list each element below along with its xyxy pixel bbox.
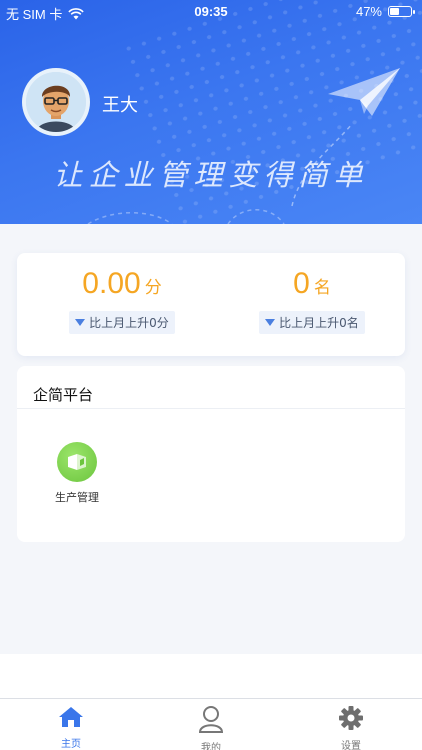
- avatar-illustration: [26, 72, 86, 132]
- points-value: 0.00: [82, 267, 141, 300]
- app-label: 生产管理: [55, 491, 99, 504]
- user-name: 王大: [102, 95, 138, 116]
- points-change-badge: 比上月上升0分: [69, 311, 175, 334]
- points-section: 0.00 分 比上月上升0分: [47, 267, 197, 334]
- user-icon: [198, 706, 224, 733]
- rank-change-badge: 比上月上升0名: [259, 311, 365, 334]
- battery-level: [390, 8, 399, 15]
- down-triangle-icon: [75, 319, 86, 326]
- rank-change-text: 比上月上升0名: [279, 316, 359, 330]
- slogan-text: 让企业管理变得简单: [53, 158, 369, 192]
- tab-mine-label: 我的: [201, 743, 221, 750]
- rank-value: 0: [293, 267, 310, 300]
- tab-bar: 主页 我的 设置: [0, 698, 422, 750]
- down-triangle-icon: [265, 319, 276, 326]
- score-card: 0.00 分 比上月上升0分 0名 比上月上升0名: [17, 253, 405, 356]
- points-change-text: 比上月上升0分: [89, 316, 169, 330]
- battery-percent: 47%: [355, 4, 382, 19]
- tab-home[interactable]: 主页: [36, 705, 106, 750]
- avatar[interactable]: [22, 68, 90, 136]
- rank-section: 0名 比上月上升0名: [237, 267, 387, 334]
- production-icon: [57, 442, 97, 482]
- battery-icon: [388, 6, 415, 17]
- tab-settings-label: 设置: [341, 741, 361, 750]
- header-banner: 无 SIM 卡 09:35 47% 王大 让企业管理变得简单: [0, 0, 422, 224]
- gear-icon: [339, 706, 363, 730]
- platform-card: 企简平台 生产管理: [17, 366, 405, 542]
- content-footer: [0, 654, 422, 698]
- divider: [17, 408, 405, 409]
- platform-title: 企简平台: [33, 386, 94, 404]
- app-production-management[interactable]: 生产管理: [51, 442, 103, 505]
- rank-unit: 名: [313, 278, 331, 298]
- points-unit: 分: [144, 278, 162, 298]
- status-bar: 无 SIM 卡 09:35 47%: [0, 0, 422, 22]
- tab-settings[interactable]: 设置: [316, 705, 386, 750]
- home-icon: [59, 707, 83, 727]
- paper-plane-icon: [328, 68, 400, 116]
- tab-home-label: 主页: [61, 739, 81, 750]
- tab-mine[interactable]: 我的: [176, 705, 246, 750]
